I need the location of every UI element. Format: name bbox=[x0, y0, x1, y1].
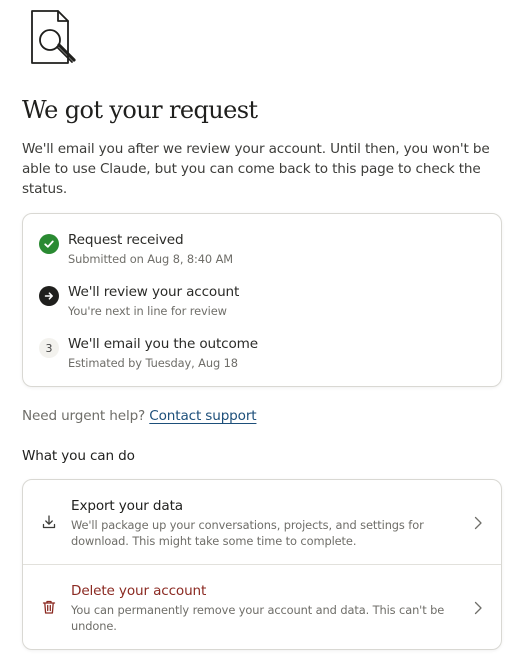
chevron-right-icon bbox=[473, 600, 483, 616]
export-data-button[interactable]: Export your data We'll package up your c… bbox=[23, 480, 501, 565]
action-title: Delete your account bbox=[71, 583, 207, 599]
actions-card: Export your data We'll package up your c… bbox=[22, 479, 502, 650]
action-title: Export your data bbox=[71, 498, 183, 514]
action-description: You can permanently remove your account … bbox=[71, 603, 445, 633]
step-label: We'll email you the outcome bbox=[68, 336, 258, 352]
step-label: We'll review your account bbox=[68, 284, 240, 300]
trash-icon bbox=[41, 599, 57, 615]
chevron-right-icon bbox=[473, 515, 483, 531]
urgent-help: Need urgent help? Contact support bbox=[22, 408, 257, 424]
check-icon bbox=[39, 234, 59, 254]
download-icon bbox=[41, 514, 57, 530]
document-search-icon bbox=[28, 8, 80, 70]
page-title: We got your request bbox=[22, 96, 258, 124]
help-prompt: Need urgent help? bbox=[22, 408, 146, 424]
step-email-outcome: 3 We'll email you the outcome Estimated … bbox=[39, 336, 479, 372]
action-description: We'll package up your conversations, pro… bbox=[71, 518, 424, 548]
arrow-right-icon bbox=[39, 286, 59, 306]
step-review-account: We'll review your account You're next in… bbox=[39, 284, 479, 320]
step-number-badge: 3 bbox=[39, 338, 59, 358]
delete-account-button[interactable]: Delete your account You can permanently … bbox=[23, 565, 501, 649]
step-detail: You're next in line for review bbox=[68, 304, 227, 318]
step-detail: Submitted on Aug 8, 8:40 AM bbox=[68, 252, 234, 266]
step-request-received: Request received Submitted on Aug 8, 8:4… bbox=[39, 232, 479, 268]
contact-support-link[interactable]: Contact support bbox=[149, 408, 256, 424]
status-card: Request received Submitted on Aug 8, 8:4… bbox=[22, 213, 502, 387]
step-label: Request received bbox=[68, 232, 184, 248]
step-detail: Estimated by Tuesday, Aug 18 bbox=[68, 356, 238, 370]
intro-text: We'll email you after we review your acc… bbox=[22, 141, 490, 197]
section-title: What you can do bbox=[22, 448, 135, 464]
